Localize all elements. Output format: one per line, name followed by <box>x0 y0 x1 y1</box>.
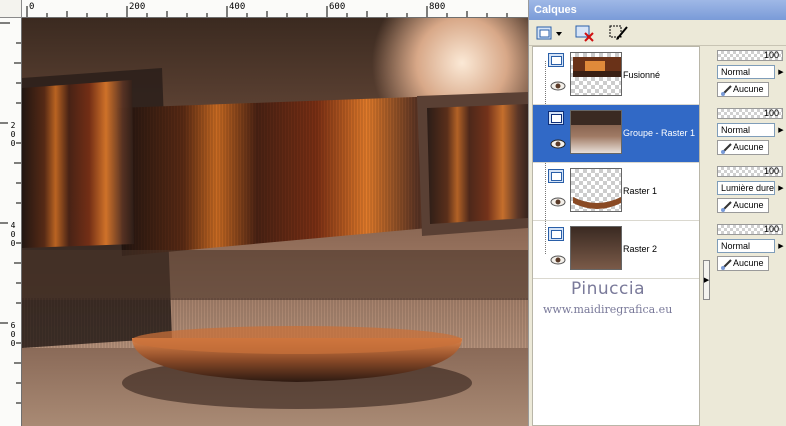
ruler-top-label: 800 <box>429 2 446 12</box>
mask-button[interactable]: Aucune <box>717 140 769 155</box>
ruler-left-label: 0 <box>10 230 16 239</box>
mask-label: Aucune <box>733 200 764 210</box>
new-layer-button[interactable] <box>535 23 563 43</box>
dropdown-arrow-icon[interactable]: ▶ <box>776 181 786 195</box>
visibility-eye-icon[interactable] <box>550 197 566 207</box>
opacity-slider[interactable]: 100 <box>717 166 783 177</box>
edit-icon <box>609 25 628 40</box>
layer-properties-column: 100 Normal ▶ Aucune 100 Normal ▶ Aucune … <box>712 46 786 426</box>
ruler-left-label: 0 <box>10 330 16 339</box>
ruler-left-label: 0 <box>10 130 16 139</box>
layer-name: Fusionné <box>623 70 661 80</box>
layer-props-groupe-raster-1: 100 Normal ▶ Aucune <box>715 104 786 162</box>
raster-layer-icon <box>548 227 564 241</box>
raster-layer-icon <box>548 169 564 183</box>
opacity-value: 100 <box>763 166 779 176</box>
visibility-eye-icon[interactable] <box>550 139 566 149</box>
ruler-left-label: 2 <box>10 121 16 130</box>
brush-icon <box>721 259 732 270</box>
ruler-left: 2 0 0 4 0 0 6 0 0 <box>0 18 22 426</box>
layer-thumbnail <box>570 168 622 212</box>
dropdown-arrow-icon[interactable]: ▶ <box>776 65 786 79</box>
opacity-slider[interactable]: 100 <box>717 108 783 119</box>
dropdown-arrow-icon[interactable]: ▶ <box>776 239 786 253</box>
mask-button[interactable]: Aucune <box>717 198 769 213</box>
raster-layer-icon <box>548 53 564 67</box>
layer-row-fusionne[interactable]: Fusionné <box>533 47 699 105</box>
watermark-url: www.maidiregrafica.eu <box>543 303 673 316</box>
new-layer-icon <box>536 26 562 40</box>
brush-icon <box>721 143 732 154</box>
delete-layer-icon <box>575 25 594 42</box>
palette-title: Calques <box>529 0 786 20</box>
layer-thumbnail <box>570 110 622 154</box>
ruler-left-label: 0 <box>10 339 16 348</box>
dropdown-arrow-icon[interactable]: ▶ <box>776 123 786 137</box>
layer-row-raster-1[interactable]: Raster 1 <box>533 163 699 221</box>
brush-icon <box>721 85 732 96</box>
layer-thumbnail <box>570 226 622 270</box>
layer-name: Raster 2 <box>623 244 658 254</box>
opacity-value: 100 <box>763 108 779 118</box>
blend-mode-select[interactable]: Normal <box>717 239 775 253</box>
ruler-top-label: 0 <box>29 2 35 12</box>
mask-label: Aucune <box>733 84 764 94</box>
ruler-top: 0 200 400 600 800 <box>22 0 528 18</box>
layer-row-groupe-raster-1[interactable]: Groupe - Raster 1 <box>533 105 699 163</box>
layers-palette: Calques Fusionné Groupe - Raster 1 Raste… <box>528 0 786 426</box>
layer-thumbnail <box>570 52 622 96</box>
blend-mode-select[interactable]: Normal <box>717 65 775 79</box>
brush-icon <box>721 201 732 212</box>
layer-name: Raster 1 <box>623 186 658 196</box>
artwork-image[interactable] <box>22 18 528 426</box>
ruler-top-label: 600 <box>329 2 346 12</box>
artwork-illustration <box>22 18 528 426</box>
visibility-eye-icon[interactable] <box>550 255 566 265</box>
opacity-value: 100 <box>763 50 779 60</box>
blend-mode-select[interactable]: Lumière dure <box>717 181 775 195</box>
layer-properties-button[interactable] <box>609 23 629 43</box>
opacity-slider[interactable]: 100 <box>717 50 783 61</box>
mask-button[interactable]: Aucune <box>717 82 769 97</box>
layer-name: Groupe - Raster 1 <box>623 128 696 138</box>
ruler-left-label: 0 <box>10 139 16 148</box>
ruler-top-label: 400 <box>229 2 246 12</box>
ruler-top-ticks <box>26 6 508 17</box>
ruler-top-label: 200 <box>129 2 146 12</box>
layers-toolbar <box>529 20 786 46</box>
layer-list[interactable]: Fusionné Groupe - Raster 1 Raster 1 Rast… <box>532 46 700 426</box>
canvas-area[interactable]: 0 200 400 600 800 2 0 0 4 0 0 6 0 0 <box>0 0 528 426</box>
ruler-left-label: 4 <box>10 221 16 230</box>
visibility-eye-icon[interactable] <box>550 81 566 91</box>
layer-group-icon <box>548 111 564 125</box>
opacity-value: 100 <box>763 224 779 234</box>
layer-props-raster-2: 100 Normal ▶ Aucune <box>715 220 786 278</box>
watermark-author: Pinuccia <box>571 279 645 299</box>
ruler-left-label: 6 <box>10 321 16 330</box>
mask-label: Aucune <box>733 142 764 152</box>
opacity-slider[interactable]: 100 <box>717 224 783 235</box>
ruler-left-label: 0 <box>10 239 16 248</box>
blend-mode-select[interactable]: Normal <box>717 123 775 137</box>
layer-row-raster-2[interactable]: Raster 2 <box>533 221 699 279</box>
delete-layer-button[interactable] <box>575 23 595 43</box>
layer-props-fusionne: 100 Normal ▶ Aucune <box>715 46 786 104</box>
layer-props-raster-1: 100 Lumière dure ▶ Aucune <box>715 162 786 220</box>
collapse-arrow-icon[interactable]: ▶ <box>703 260 710 300</box>
mask-button[interactable]: Aucune <box>717 256 769 271</box>
mask-label: Aucune <box>733 258 764 268</box>
ruler-corner <box>0 0 22 18</box>
palette-splitter[interactable]: ▶ <box>703 46 711 426</box>
